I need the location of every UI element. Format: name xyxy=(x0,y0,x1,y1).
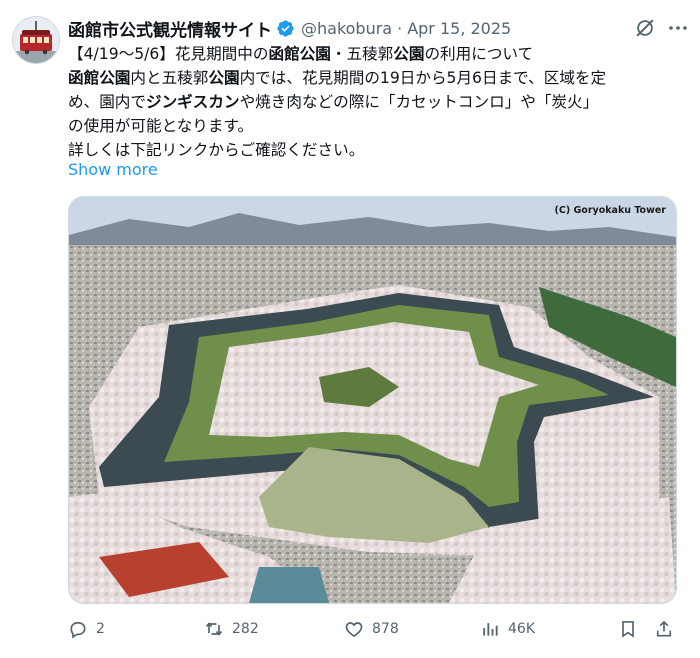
text-bold: ジンギスカン xyxy=(145,93,240,111)
post-date[interactable]: Apr 15, 2025 xyxy=(407,19,511,38)
like-count: 878 xyxy=(372,621,399,637)
reply-icon xyxy=(70,621,86,639)
text-segment: の利用について xyxy=(424,45,534,63)
views-icon xyxy=(483,623,498,636)
share-icon xyxy=(656,620,672,637)
share-button[interactable] xyxy=(654,614,682,644)
text-bold: 公園 xyxy=(393,45,425,63)
post-image[interactable]: (C) Goryokaku Tower xyxy=(68,196,677,604)
bookmark-icon xyxy=(622,621,634,638)
text-segment: 内では、花見期間の19日から5月6日まで、区域を定 xyxy=(239,69,607,87)
views-button[interactable]: 46K xyxy=(480,614,535,644)
text-bold: 函館公園 xyxy=(68,69,131,87)
avatar[interactable] xyxy=(12,16,60,64)
text-bold: 函館公園 xyxy=(268,45,331,63)
post-text: 【4/19〜5/6】花見期間中の函館公園・五稜郭公園の利用について 函館公園内と… xyxy=(68,42,688,162)
author-name[interactable]: 函館市公式観光情報サイト xyxy=(68,16,272,41)
text-segment: ・五稜郭 xyxy=(330,45,394,63)
post-text-line: の使用が可能となります。 xyxy=(68,117,254,135)
like-icon xyxy=(345,622,363,638)
text-segment: 内と五稜郭 xyxy=(130,69,209,87)
post-text-line: め、園内でジンギスカンや焼き肉などの際に「カセットコンロ」や「炭火」 xyxy=(68,90,688,114)
header-separator: · xyxy=(397,18,403,38)
text-segment: 【4/19〜5/6】花見期間中の xyxy=(68,45,269,63)
action-bar: 2 282 878 46K xyxy=(68,614,680,644)
post-text-line: 詳しくは下記リンクからご確認ください。 xyxy=(68,141,365,159)
repost-count: 282 xyxy=(232,621,259,637)
post-header: 函館市公式観光情報サイト @hakobura · Apr 15, 2025 xyxy=(68,14,684,42)
reply-count: 2 xyxy=(96,621,105,637)
more-icon[interactable] xyxy=(666,16,690,40)
post-text-line: 函館公園内と五稜郭公園内では、花見期間の19日から5月6日まで、区域を定 xyxy=(68,66,688,90)
post-text-line: 【4/19〜5/6】花見期間中の函館公園・五稜郭公園の利用について xyxy=(68,42,688,66)
text-bold: 公園 xyxy=(208,69,240,87)
author-handle[interactable]: @hakobura xyxy=(301,19,392,38)
like-button[interactable]: 878 xyxy=(344,614,399,644)
image-credit: (C) Goryokaku Tower xyxy=(554,205,666,216)
tram-avatar-image xyxy=(13,17,59,63)
show-more-link[interactable]: Show more xyxy=(68,160,158,179)
text-segment: や焼き肉などの際に「カセットコンロ」や「炭火」 xyxy=(239,93,599,111)
text-segment: め、園内で xyxy=(68,93,146,111)
verified-badge-icon xyxy=(277,19,294,37)
goryokaku-aerial-photo xyxy=(69,197,676,603)
reply-button[interactable]: 2 xyxy=(68,614,105,644)
repost-icon xyxy=(205,622,223,636)
bookmark-button[interactable] xyxy=(618,614,646,644)
grok-icon[interactable] xyxy=(634,17,656,39)
views-count: 46K xyxy=(508,621,535,637)
repost-button[interactable]: 282 xyxy=(204,614,259,644)
